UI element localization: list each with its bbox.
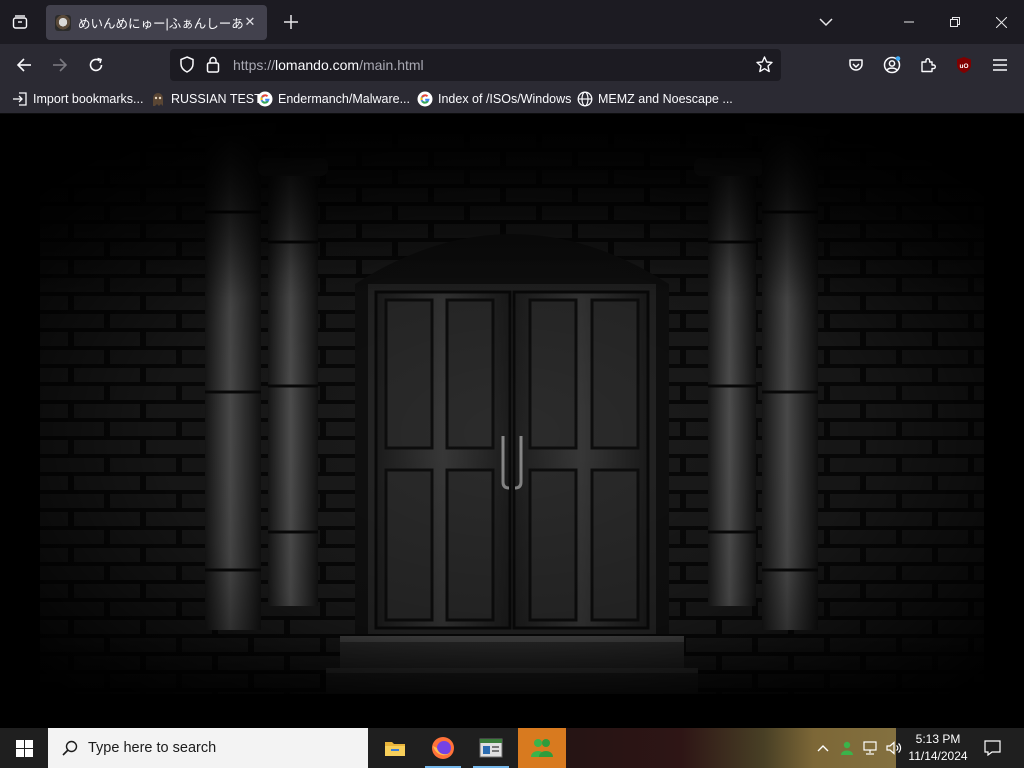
- url-host: lomando.com: [275, 57, 360, 73]
- back-button[interactable]: [10, 51, 38, 79]
- pocket-button[interactable]: [842, 51, 870, 79]
- speaker-icon: [886, 741, 902, 755]
- ghost-icon: [150, 91, 166, 107]
- tab-list-dropdown-button[interactable]: [814, 10, 838, 34]
- bookmark-label: Endermanch/Malware...: [278, 92, 411, 106]
- show-hidden-icons-button[interactable]: [812, 728, 834, 768]
- lock-icon[interactable]: [206, 56, 220, 78]
- taskbar-clock[interactable]: 5:13 PM 11/14/2024: [904, 731, 972, 765]
- app-menu-button[interactable]: [986, 51, 1014, 79]
- bookmark-index-isos[interactable]: Index of /ISOs/Windows: [417, 89, 571, 109]
- tab-bar: めいんめにゅー|ふぁんしーあい ✕: [0, 0, 1024, 44]
- tab-active[interactable]: めいんめにゅー|ふぁんしーあい ✕: [46, 5, 267, 40]
- close-window-button[interactable]: [978, 0, 1024, 44]
- url-path: /main.html: [359, 57, 424, 73]
- page-content: [0, 114, 1024, 728]
- taskbar-search-box[interactable]: Type here to search: [48, 728, 368, 768]
- taskbar-firefox[interactable]: [419, 728, 467, 768]
- address-bar[interactable]: https://lomando.com/main.html: [170, 49, 781, 81]
- castle-door-scene[interactable]: [0, 114, 1024, 728]
- tray-people-app[interactable]: [836, 728, 858, 768]
- restore-icon: [950, 17, 960, 27]
- user-tray-icon: [841, 741, 853, 755]
- extensions-button[interactable]: [914, 51, 942, 79]
- new-tab-button[interactable]: [279, 10, 303, 34]
- minimize-icon: [904, 21, 914, 23]
- google-icon: [257, 91, 273, 107]
- arrow-right-icon: [53, 58, 68, 72]
- minimize-button[interactable]: [886, 0, 932, 44]
- firefox-icon: [432, 737, 454, 759]
- bookmark-memz-noescape[interactable]: MEMZ and Noescape ...: [577, 89, 733, 109]
- taskbar-app-window[interactable]: [467, 728, 515, 768]
- start-button[interactable]: [0, 728, 48, 768]
- search-placeholder: Type here to search: [88, 740, 217, 756]
- ublock-origin-button[interactable]: uO: [950, 51, 978, 79]
- bookmark-label: Import bookmarks...: [33, 92, 144, 106]
- site-favicon-icon: [55, 14, 71, 31]
- bookmarks-toolbar: Import bookmarks... RUSSIAN TEST Enderma…: [0, 85, 1024, 114]
- taskbar-file-explorer[interactable]: [371, 728, 419, 768]
- chevron-up-icon: [817, 745, 829, 752]
- close-tab-icon[interactable]: ✕: [241, 13, 259, 31]
- tab-title: めいんめにゅー|ふぁんしーあい: [78, 17, 244, 31]
- list-all-tabs-button[interactable]: [6, 8, 34, 36]
- network-button[interactable]: [860, 728, 882, 768]
- taskbar: Type here to search 5:13 PM 11/14/2024: [0, 728, 1024, 768]
- volume-button[interactable]: [883, 728, 905, 768]
- game-app-icon: [531, 739, 553, 757]
- hamburger-menu-icon: [993, 59, 1007, 71]
- bookmark-label: Index of /ISOs/Windows: [438, 92, 572, 106]
- chevron-down-icon: [819, 18, 833, 27]
- reload-button[interactable]: [82, 51, 110, 79]
- tracking-protection-shield-icon[interactable]: [179, 56, 195, 78]
- arrow-left-icon: [16, 58, 31, 72]
- bookmark-endermanch-malware[interactable]: Endermanch/Malware...: [257, 89, 410, 109]
- close-icon: [995, 16, 1007, 28]
- clock-date: 11/14/2024: [908, 749, 968, 763]
- windows-logo-icon: [15, 739, 33, 757]
- account-icon: [883, 56, 901, 74]
- bookmark-russian-test[interactable]: RUSSIAN TEST: [150, 89, 262, 109]
- action-center-button[interactable]: [978, 728, 1006, 768]
- terminal-app-icon: [479, 738, 503, 758]
- bookmark-label: RUSSIAN TEST: [171, 92, 262, 106]
- puzzle-piece-icon: [921, 58, 936, 73]
- clock-time: 5:13 PM: [915, 732, 961, 746]
- bookmark-star-icon[interactable]: [756, 56, 773, 78]
- notification-icon: [983, 740, 1001, 756]
- reload-icon: [89, 57, 103, 72]
- taskbar-game-active[interactable]: [518, 728, 566, 768]
- bookmark-label: MEMZ and Noescape ...: [598, 92, 733, 106]
- svg-text:uO: uO: [959, 63, 968, 70]
- pocket-icon: [849, 59, 863, 71]
- google-icon: [417, 91, 433, 107]
- ublock-origin-icon: uO: [957, 57, 971, 73]
- globe-icon: [577, 91, 593, 107]
- network-icon: [863, 741, 877, 755]
- url-text[interactable]: https://lomando.com/main.html: [233, 57, 424, 73]
- url-scheme: https://: [233, 57, 276, 73]
- search-icon: [62, 740, 78, 756]
- plus-icon: [284, 15, 298, 29]
- import-icon: [12, 91, 28, 107]
- account-button[interactable]: [878, 51, 906, 79]
- bookmark-import[interactable]: Import bookmarks...: [12, 89, 143, 109]
- restore-button[interactable]: [932, 0, 978, 44]
- file-explorer-icon: [385, 742, 405, 756]
- tab-manager-icon: [12, 15, 28, 29]
- forward-button[interactable]: [46, 51, 74, 79]
